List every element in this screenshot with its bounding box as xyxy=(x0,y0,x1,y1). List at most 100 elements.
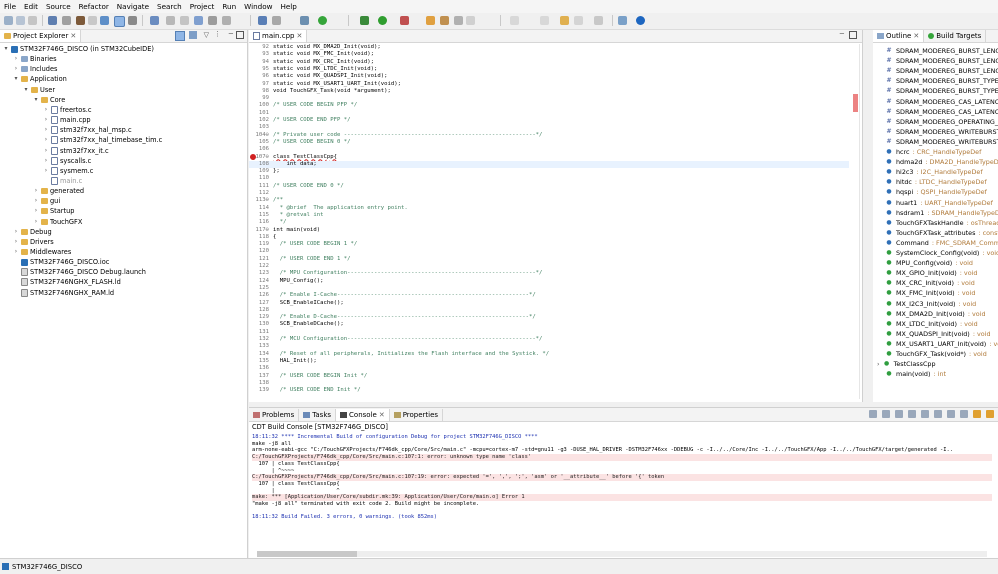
expand-arrow-icon[interactable]: › xyxy=(43,125,49,135)
expand-arrow-icon[interactable]: › xyxy=(43,166,49,176)
outline-item[interactable]: ● MX_LTDC_Init(void) : void xyxy=(885,319,977,329)
step-icon[interactable] xyxy=(208,16,217,25)
tree-item[interactable]: ▾ Application xyxy=(13,74,66,84)
tree-item[interactable]: STM32F746NGHX_FLASH.ld xyxy=(13,277,121,287)
expand-arrow-icon[interactable]: › xyxy=(877,359,880,369)
code-line[interactable]: 127 SCB_EnableICache(); xyxy=(249,300,849,307)
outline-item[interactable]: ● hsdram1 : SDRAM_HandleTypeDef xyxy=(885,208,998,218)
expand-arrow-icon[interactable]: › xyxy=(13,54,19,64)
outline-item[interactable]: # SDRAM_MODEREG_WRITEBURST xyxy=(885,127,998,137)
outline-item[interactable]: # SDRAM_MODEREG_BURST_TYPE_ xyxy=(885,86,998,96)
tree-item[interactable]: › gui xyxy=(33,196,60,206)
tree-item[interactable]: › Startup xyxy=(33,206,75,216)
outline-item[interactable]: ● MPU_Config(void) : void xyxy=(885,258,973,268)
code-line[interactable]: 98 void TouchGFX_Task(void *argument); xyxy=(249,88,849,95)
outline-item[interactable]: ● MX_DMA2D_Init(void) : void xyxy=(885,309,985,319)
perspective-icon[interactable] xyxy=(618,16,627,25)
expand-arrow-icon[interactable]: › xyxy=(43,135,49,145)
maximize-icon[interactable] xyxy=(869,410,877,418)
outline-item[interactable]: # SDRAM_MODEREG_BURST_LENGTH xyxy=(885,56,998,66)
view-menu-icon[interactable]: ⋮ xyxy=(214,30,221,38)
pen-icon[interactable] xyxy=(454,16,463,25)
code-line[interactable]: 105 /* USER CODE BEGIN 0 */ xyxy=(249,139,849,146)
outline-item[interactable]: # SDRAM_MODEREG_OPERATING_M xyxy=(885,117,998,127)
code-line[interactable]: 126 /* Enable I-Cache-------------------… xyxy=(249,292,849,299)
open-console-icon[interactable] xyxy=(895,410,903,418)
minimize-icon[interactable]: ─ xyxy=(229,30,233,38)
outline-item[interactable]: ● huart1 : UART_HandleTypeDef xyxy=(885,198,992,208)
expand-arrow-icon[interactable]: › xyxy=(13,237,19,247)
outline-item[interactable]: ● TouchGFXTask_attributes : const osThrea… xyxy=(885,228,998,238)
code-line[interactable]: 97 static void MX_USART1_UART_Init(void); xyxy=(249,81,849,88)
code-line[interactable]: 128 xyxy=(249,307,849,314)
open-type-icon[interactable] xyxy=(426,16,435,25)
code-line[interactable]: 106 xyxy=(249,146,849,153)
outline-item[interactable]: ● hi2c3 : I2C_HandleTypeDef xyxy=(885,167,982,177)
code-line[interactable]: 101 xyxy=(249,110,849,117)
checklist-icon[interactable] xyxy=(300,16,309,25)
tree-item[interactable]: › main.cpp xyxy=(43,115,91,125)
menu-project[interactable]: Project xyxy=(186,0,219,13)
tree-item[interactable]: STM32F746G_DISCO.ioc xyxy=(13,257,109,267)
collapse-all-icon[interactable] xyxy=(175,31,185,41)
code-line[interactable]: 121 /* USER CODE END 1 */ xyxy=(249,256,849,263)
code-line[interactable]: 96 static void MX_QUADSPI_Init(void); xyxy=(249,73,849,80)
next-edit-icon[interactable] xyxy=(594,16,603,25)
expand-arrow-icon[interactable]: › xyxy=(13,227,19,237)
expand-arrow-icon[interactable]: › xyxy=(43,156,49,166)
check-icon[interactable] xyxy=(318,16,327,25)
outline-item[interactable]: ● MX_FMC_Init(void) : void xyxy=(885,288,975,298)
vertical-scrollbar[interactable] xyxy=(859,44,860,399)
tree-item[interactable]: › Includes xyxy=(13,64,58,74)
tree-item[interactable]: › Drivers xyxy=(13,237,54,247)
next-annotation-icon[interactable] xyxy=(510,16,519,25)
menu-edit[interactable]: Edit xyxy=(20,0,42,13)
toggle-icon[interactable] xyxy=(114,16,125,27)
outline-item[interactable]: # SDRAM_MODEREG_BURST_LENGTH xyxy=(885,66,998,76)
code-line[interactable]: 103 xyxy=(249,124,849,131)
expand-arrow-icon[interactable]: › xyxy=(33,206,39,216)
expand-arrow-icon[interactable]: ▾ xyxy=(3,44,9,54)
code-line[interactable]: 104⊖ /* Private user code ---------------… xyxy=(249,132,849,139)
tree-item[interactable]: STM32F746G_DISCO Debug.launch xyxy=(13,267,146,277)
tree-item[interactable]: › stm32f7xx_hal_timebase_tim.c xyxy=(43,135,162,145)
search-icon[interactable] xyxy=(440,16,449,25)
tree-item[interactable]: main.c xyxy=(43,176,82,186)
layout-icon[interactable] xyxy=(180,16,189,25)
expand-arrow-icon[interactable]: › xyxy=(33,196,39,206)
outline-item[interactable]: ● hdma2d : DMA2D_HandleTypeDef xyxy=(885,157,998,167)
menu-source[interactable]: Source xyxy=(42,0,75,13)
project-icon[interactable] xyxy=(150,16,159,25)
forward-icon[interactable] xyxy=(574,16,583,25)
code-line[interactable]: 118 { xyxy=(249,234,849,241)
tree-item[interactable]: ▾ Core xyxy=(33,95,65,105)
expand-arrow-icon[interactable]: › xyxy=(33,217,39,227)
tree-item[interactable]: › sysmem.c xyxy=(43,166,93,176)
tab-console[interactable]: Console ✕ xyxy=(336,408,390,421)
debug-config-icon[interactable] xyxy=(128,16,137,25)
code-line[interactable]: 132 /* MCU Configuration----------------… xyxy=(249,336,849,343)
remove-launch-icon[interactable] xyxy=(973,410,981,418)
expand-arrow-icon[interactable]: › xyxy=(13,64,19,74)
outline-item[interactable]: # SDRAM_MODEREG_CAS_LATENCY xyxy=(885,97,998,107)
code-line[interactable]: 123 /* MPU Configuration----------------… xyxy=(249,270,849,277)
code-line[interactable]: 95 static void MX_LTDC_Init(void); xyxy=(249,66,849,73)
refresh-icon[interactable] xyxy=(166,16,175,25)
expand-arrow-icon[interactable]: ▾ xyxy=(23,85,29,95)
tree-item[interactable]: › syscalls.c xyxy=(43,156,91,166)
outline-item[interactable]: # SDRAM_MODEREG_CAS_LATENCY xyxy=(885,107,998,117)
maximize-icon[interactable] xyxy=(849,31,857,39)
outline-item[interactable]: ● TouchGFX_Task(void*) : void xyxy=(885,349,986,359)
build-all-icon[interactable] xyxy=(88,16,97,25)
filter-icon[interactable]: ▽ xyxy=(204,31,209,39)
minimize-icon[interactable] xyxy=(882,410,890,418)
save-all-icon[interactable] xyxy=(28,16,37,25)
tree-item[interactable]: ▾ STM32F746G_DISCO (in STM32CubeIDE) xyxy=(3,44,153,54)
close-icon[interactable]: ✕ xyxy=(913,30,919,42)
menu-file[interactable]: File xyxy=(0,0,20,13)
code-line[interactable]: 137 /* USER CODE BEGIN Init */ xyxy=(249,373,849,380)
code-line[interactable]: 108 int data; xyxy=(249,160,849,169)
window-icon[interactable] xyxy=(258,16,267,25)
code-line[interactable]: 119 /* USER CODE BEGIN 1 */ xyxy=(249,241,849,248)
outline-item[interactable]: ● hltdc : LTDC_HandleTypeDef xyxy=(885,177,986,187)
